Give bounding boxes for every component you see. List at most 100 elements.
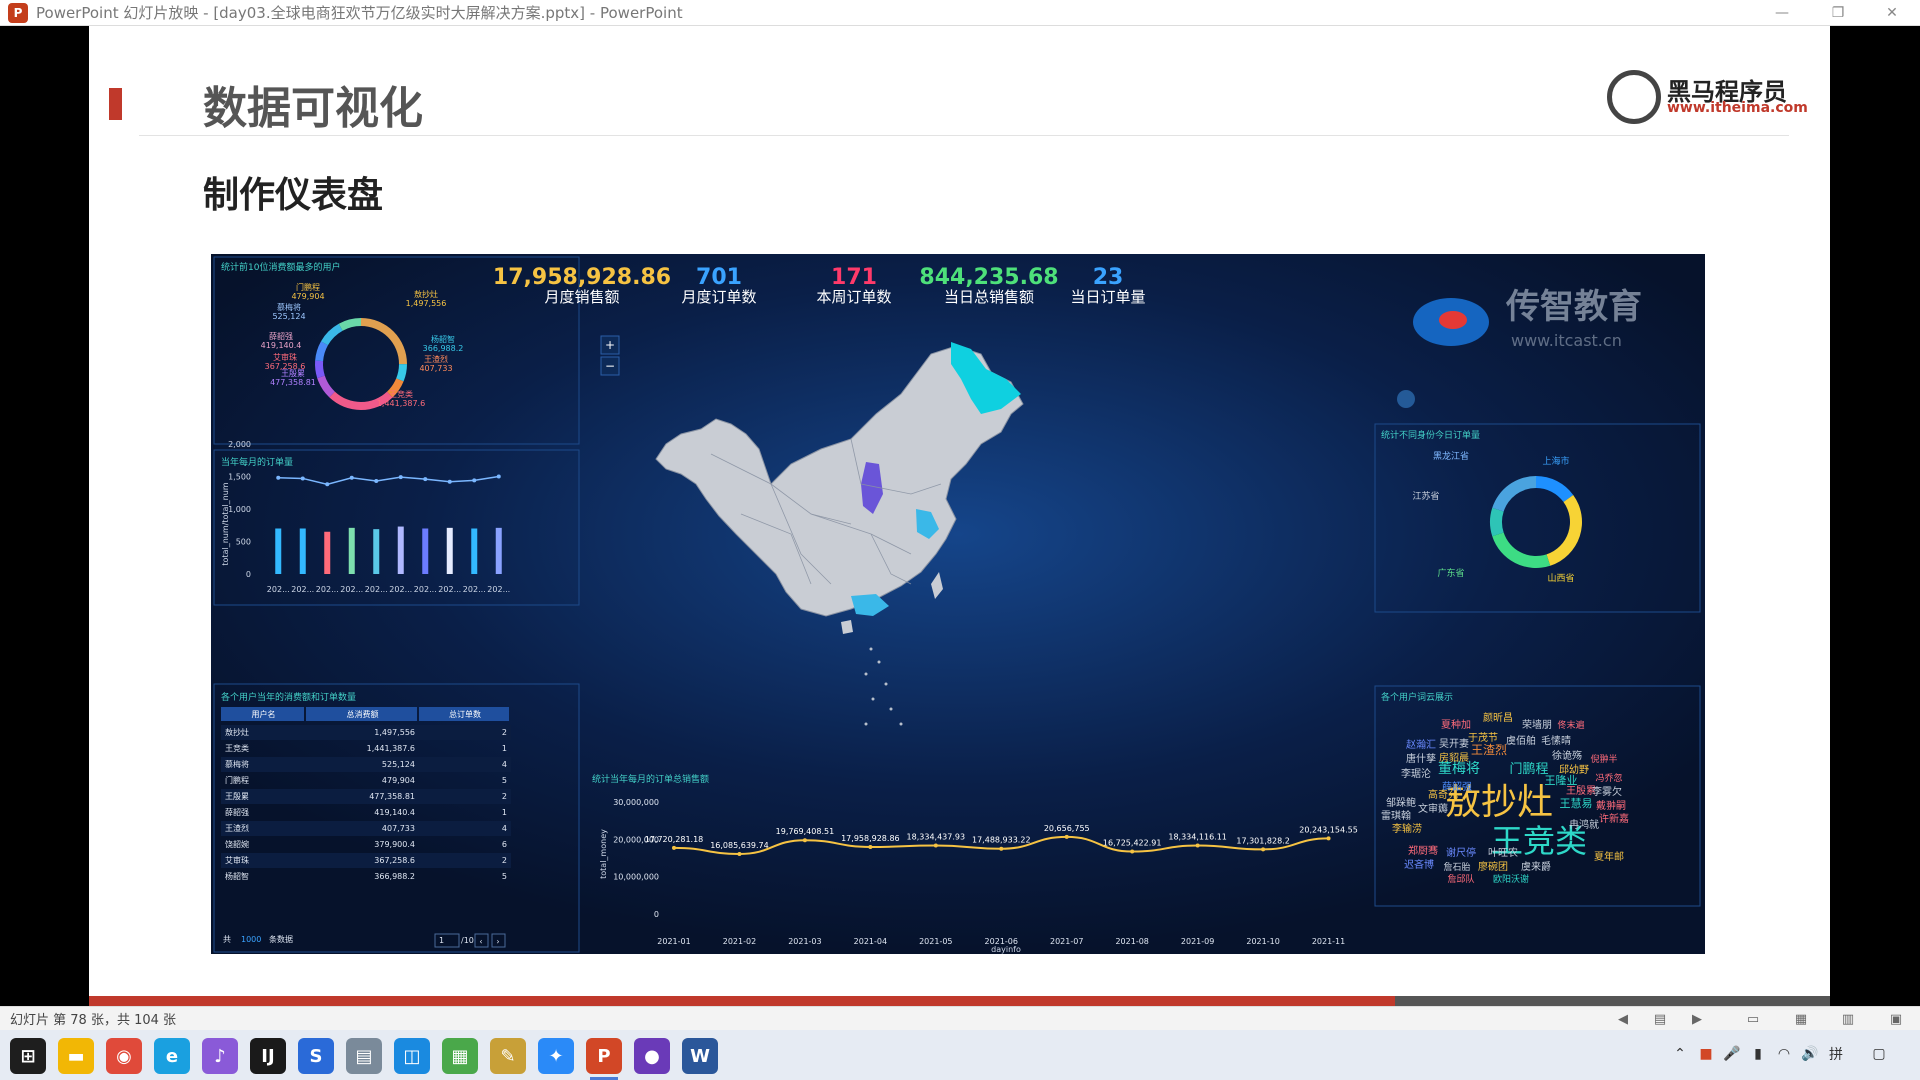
wordcloud-word-11: 王渣烈 (1471, 743, 1507, 757)
taskbar-app-blue-s[interactable]: S (298, 1038, 334, 1074)
previous-slide-button[interactable]: ◀ (1615, 1011, 1631, 1027)
sales-ytick-2: 10,000,000 (613, 873, 659, 882)
province-label-4: 山西省 (1547, 572, 1574, 584)
wordcloud-word-18: 倪翀半 (1590, 753, 1617, 765)
sales-value-label-1: 16,085,639.74 (710, 841, 769, 850)
orders-xtick-8: 202... (463, 585, 486, 594)
window-title: PowerPoint 幻灯片放映 - [day03.全球电商狂欢节万亿级实时大屏… (36, 4, 683, 22)
prev-page-icon: ‹ (479, 937, 482, 946)
taskbar-app-network[interactable]: ✦ (538, 1038, 574, 1074)
table-cell-name-2: 慕梅将 (225, 759, 249, 769)
notes-icon: ▤ (1653, 1011, 1667, 1027)
wordcloud-word-4: 荣墙朋 (1522, 718, 1552, 731)
volume-icon[interactable]: 🔊 (1801, 1045, 1819, 1063)
taskbar-intellij[interactable]: IJ (250, 1038, 286, 1074)
kpi-label-3: 当日总销售额 (944, 288, 1034, 306)
wordcloud-word-7: 虞佰舶 (1506, 734, 1536, 747)
wordcloud-word-30: 戴翀嗣 (1596, 799, 1626, 812)
taskbar-chrome[interactable]: ◉ (106, 1038, 142, 1074)
top-user-name-7: 王殷累 (281, 368, 305, 378)
app-archive-icon: ▤ (355, 1045, 373, 1067)
taskbar-powerpoint[interactable]: P (586, 1038, 622, 1080)
notes-button[interactable]: ▤ (1652, 1011, 1668, 1027)
tray-app-icon[interactable]: ■ (1697, 1045, 1715, 1063)
taskbar-word[interactable]: W (682, 1038, 718, 1074)
input-method-icon[interactable]: 拼 (1827, 1045, 1845, 1063)
slideshow-stage[interactable]: 数据可视化 黑马程序员 www.itheima.com 制作仪表盘 统计前10位… (0, 26, 1920, 1030)
sales-ytick-0: 30,000,000 (613, 798, 659, 807)
sales-point-6 (1064, 834, 1069, 839)
wifi-icon[interactable]: ◠ (1775, 1045, 1793, 1063)
kpi-value-2: 171 (831, 265, 877, 290)
taskbar-app-sphere[interactable]: ● (634, 1038, 670, 1074)
wordcloud-word-2: 颜昕昌 (1483, 711, 1513, 724)
monthly-orders-title: 当年每月的订单量 (221, 456, 293, 468)
page-count: /10 (461, 936, 474, 945)
taskbar-edge[interactable]: e (154, 1038, 190, 1074)
top-user-name-5: 艾审珠 (273, 352, 297, 362)
watermark-url: www.itcast.cn (1511, 331, 1622, 350)
sales-xtick-8: 2021-09 (1181, 937, 1214, 946)
table-cell-amount-9: 366,988.2 (374, 872, 415, 881)
wordcloud-word-42: 詹邱队 (1447, 873, 1474, 885)
wordcloud-word-27: 雷琪翰 (1381, 809, 1411, 822)
table-cell-orders-8: 2 (502, 856, 507, 865)
slide-sorter-button[interactable]: ▦ (1793, 1011, 1809, 1027)
orders-bar-6 (422, 528, 429, 574)
taskbar-app-green[interactable]: ▦ (442, 1038, 478, 1074)
notification-icon[interactable]: ▢ (1870, 1045, 1888, 1063)
top-user-value-1: 1,497,556 (406, 299, 447, 308)
table-cell-name-8: 艾审珠 (225, 855, 249, 865)
orders-bar-1 (299, 528, 306, 574)
orders-xtick-7: 202... (438, 585, 461, 594)
reading-view-icon: ▥ (1841, 1011, 1855, 1027)
sales-point-4 (933, 843, 938, 848)
wordcloud-word-23: 邹跺鲍 (1386, 796, 1416, 809)
sales-point-2 (802, 838, 807, 843)
orders-ytick-1: 1,500 (228, 473, 251, 482)
taskbar-file-explorer[interactable]: ▬ (58, 1038, 94, 1074)
sales-xtick-6: 2021-07 (1050, 937, 1083, 946)
top-user-value-2: 525,124 (272, 312, 305, 321)
slideshow-button[interactable]: ▣ (1888, 1011, 1904, 1027)
close-button[interactable]: ✕ (1870, 0, 1914, 26)
table-row-6 (221, 821, 511, 836)
reading-view-button[interactable]: ▥ (1840, 1011, 1856, 1027)
restore-button[interactable]: ❐ (1816, 0, 1860, 26)
orders-xtick-1: 202... (291, 585, 314, 594)
taskbar-windows-start[interactable]: ⊞ (10, 1038, 46, 1074)
taskbar-app-purple[interactable]: ♪ (202, 1038, 238, 1074)
close-icon: ✕ (1886, 5, 1898, 21)
minimize-button[interactable]: — (1760, 0, 1804, 26)
taskbar-app-archive[interactable]: ▤ (346, 1038, 382, 1074)
wordcloud-word-33: 许新嘉 (1599, 812, 1629, 825)
powerpoint-icon: P (597, 1045, 611, 1067)
app-sphere-icon: ● (644, 1045, 660, 1067)
sales-ytick-3: 0 (654, 910, 659, 919)
app-green-icon: ▦ (451, 1045, 469, 1067)
table-cell-amount-3: 479,904 (382, 776, 415, 785)
table-cell-amount-5: 419,140.4 (374, 808, 415, 817)
monthly-orders-ylabel: total_num/total_num (221, 482, 230, 565)
top-user-name-3: 薛韶强 (269, 331, 293, 341)
tray-chevron-icon[interactable]: ⌃ (1671, 1045, 1689, 1063)
table-cell-orders-7: 6 (502, 840, 507, 849)
orders-bar-2 (324, 531, 331, 574)
next-slide-button[interactable]: ▶ (1689, 1011, 1705, 1027)
top-user-name-8: 王竞类 (389, 389, 413, 399)
taskbar-app-remote[interactable]: ◫ (394, 1038, 430, 1074)
orders-ytick-3: 500 (236, 538, 251, 547)
orders-line-point-8 (472, 478, 477, 483)
battery-icon[interactable]: ▮ (1749, 1045, 1767, 1063)
table-cell-name-0: 敖抄灶 (225, 727, 249, 737)
watermark-brand: 传智教育 (1505, 287, 1642, 327)
taskbar-app-pen[interactable]: ✎ (490, 1038, 526, 1074)
monthly-sales-ylabel: total_money (599, 829, 608, 879)
microphone-icon[interactable]: 🎤 (1723, 1045, 1741, 1063)
wordcloud-word-15: 唐什孳 (1406, 752, 1436, 765)
map-zoom-in-label: + (605, 338, 615, 352)
slideshow-icon: ▣ (1889, 1011, 1903, 1027)
normal-view-button[interactable]: ▭ (1745, 1011, 1761, 1027)
powerpoint-icon: P (8, 2, 28, 23)
top-user-name-1: 敖抄灶 (414, 289, 438, 299)
